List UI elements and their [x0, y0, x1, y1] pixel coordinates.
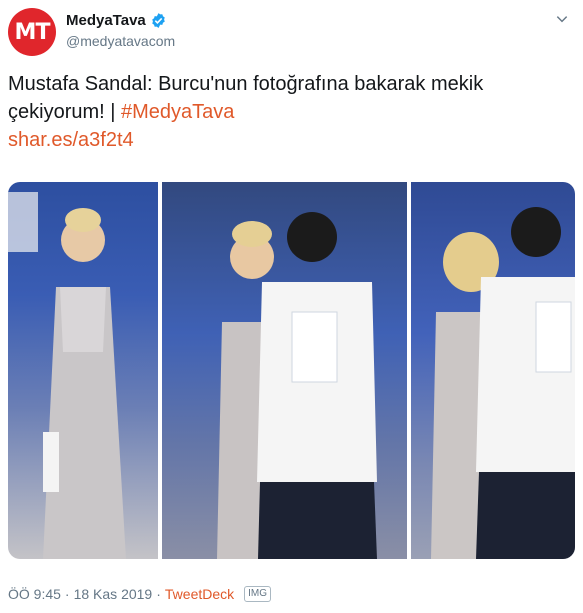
photo-2[interactable] — [162, 182, 407, 559]
media-gallery[interactable] — [8, 182, 575, 559]
meta-separator: · — [64, 586, 70, 602]
img-badge: IMG — [244, 586, 272, 602]
tweet-date[interactable]: 18 Kas 2019 — [74, 586, 153, 602]
tweet-body: Mustafa Sandal: Burcu'nun fotoğrafına ba… — [8, 73, 484, 123]
hashtag-link[interactable]: #MedyaTava — [121, 101, 234, 123]
photo-1-illustration — [8, 192, 126, 559]
verified-badge-icon — [152, 13, 165, 28]
chevron-down-icon[interactable] — [555, 12, 569, 26]
short-link[interactable]: shar.es/a3f2t4 — [8, 129, 134, 151]
display-name[interactable]: MedyaTava — [66, 12, 146, 29]
photo-3[interactable] — [411, 182, 575, 559]
tweet-card: MT MedyaTava @medyatavacom Mustafa Sanda… — [0, 0, 583, 613]
meta-separator-2: · — [156, 586, 161, 602]
tweet-meta: ÖÖ 9:45 · 18 Kas 2019 · TweetDeck IMG — [8, 586, 272, 602]
tweet-text: Mustafa Sandal: Burcu'nun fotoğrafına ba… — [8, 70, 568, 154]
photo-1[interactable] — [8, 182, 158, 559]
tweet-source-link[interactable]: TweetDeck — [165, 586, 234, 602]
author-name-row[interactable]: MedyaTava — [66, 12, 167, 29]
handle[interactable]: @medyatavacom — [66, 33, 175, 49]
avatar-logo-text: MT — [14, 19, 51, 45]
avatar[interactable]: MT — [8, 8, 56, 56]
tweet-time[interactable]: ÖÖ 9:45 — [8, 586, 61, 602]
photo-3-illustration — [431, 207, 575, 559]
photo-2-illustration — [217, 212, 377, 559]
